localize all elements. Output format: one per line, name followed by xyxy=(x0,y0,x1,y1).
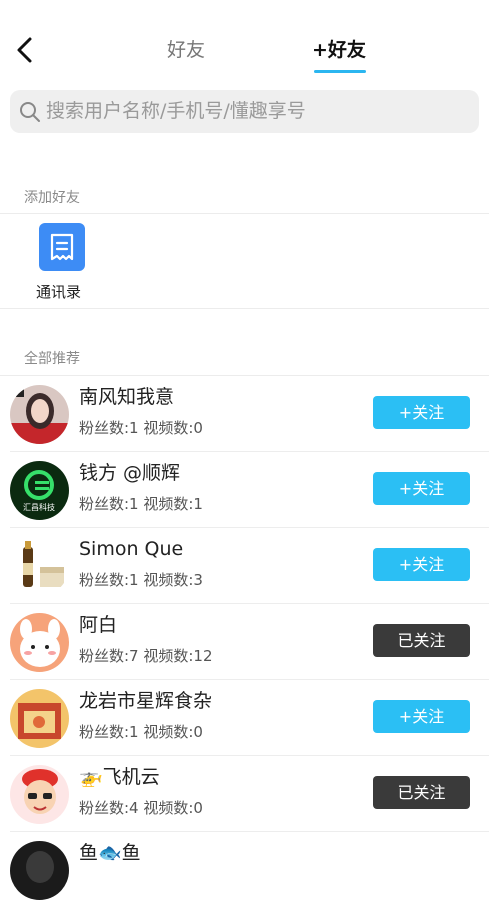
user-name: Simon Que xyxy=(79,538,184,560)
divider xyxy=(0,213,489,214)
user-name: 钱方 @顺辉 xyxy=(79,462,181,484)
followed-button[interactable]: 已关注 xyxy=(373,776,470,809)
user-name: 南风知我意 xyxy=(79,386,175,408)
user-row[interactable]: 鱼🐟鱼 xyxy=(0,832,489,908)
contacts-label[interactable]: 通讯录 xyxy=(36,281,81,302)
top-bar: 好友 +好友 xyxy=(0,0,489,80)
follow-button[interactable]: +关注 xyxy=(373,700,470,733)
tab-add-friends[interactable]: +好友 xyxy=(312,36,366,64)
user-stats: 粉丝数:7 视频数:12 xyxy=(79,647,213,665)
tab-friends[interactable]: 好友 xyxy=(167,36,205,64)
search-icon xyxy=(20,102,40,122)
user-name: 🚁飞机云 xyxy=(79,766,160,788)
follow-button[interactable]: +关注 xyxy=(373,548,470,581)
user-name: 龙岩市星辉食杂 xyxy=(79,690,213,712)
user-row[interactable]: 汇昌科技 钱方 @顺辉 粉丝数:1 视频数:1 +关注 xyxy=(0,452,489,528)
user-name: 阿白 xyxy=(79,614,118,636)
avatar xyxy=(10,765,69,824)
active-tab-indicator xyxy=(314,70,366,73)
avatar xyxy=(10,689,69,748)
user-name: 鱼🐟鱼 xyxy=(79,842,141,864)
user-stats: 粉丝数:1 视频数:3 xyxy=(79,571,203,589)
svg-text:汇昌科技: 汇昌科技 xyxy=(23,502,55,512)
user-stats: 粉丝数:4 视频数:0 xyxy=(79,799,203,817)
user-row[interactable]: 南风知我意 粉丝数:1 视频数:0 +关注 xyxy=(0,376,489,452)
avatar: 汇昌科技 xyxy=(10,461,69,520)
user-stats: 粉丝数:1 视频数:1 xyxy=(79,495,203,513)
avatar xyxy=(10,841,69,900)
user-row[interactable]: 龙岩市星辉食杂 粉丝数:1 视频数:0 +关注 xyxy=(0,680,489,756)
user-row[interactable]: Simon Que 粉丝数:1 视频数:3 +关注 xyxy=(0,528,489,604)
divider xyxy=(0,308,489,309)
user-row[interactable]: 阿白 粉丝数:7 视频数:12 已关注 xyxy=(0,604,489,680)
follow-button[interactable]: +关注 xyxy=(373,472,470,505)
avatar xyxy=(10,613,69,672)
contacts-book-icon[interactable] xyxy=(39,223,85,271)
avatar xyxy=(10,537,69,596)
followed-button[interactable]: 已关注 xyxy=(373,624,470,657)
avatar xyxy=(10,385,69,444)
search-bar[interactable]: 搜索用户名称/手机号/懂趣享号 xyxy=(10,90,479,133)
back-chevron-icon[interactable] xyxy=(12,34,36,66)
add-friends-title: 添加好友 xyxy=(24,190,80,206)
user-stats: 粉丝数:1 视频数:0 xyxy=(79,419,203,437)
user-stats: 粉丝数:1 视频数:0 xyxy=(79,723,203,741)
recommend-title: 全部推荐 xyxy=(24,351,80,367)
user-row[interactable]: 🚁飞机云 粉丝数:4 视频数:0 已关注 xyxy=(0,756,489,832)
follow-button[interactable]: +关注 xyxy=(373,396,470,429)
search-placeholder: 搜索用户名称/手机号/懂趣享号 xyxy=(46,100,306,122)
